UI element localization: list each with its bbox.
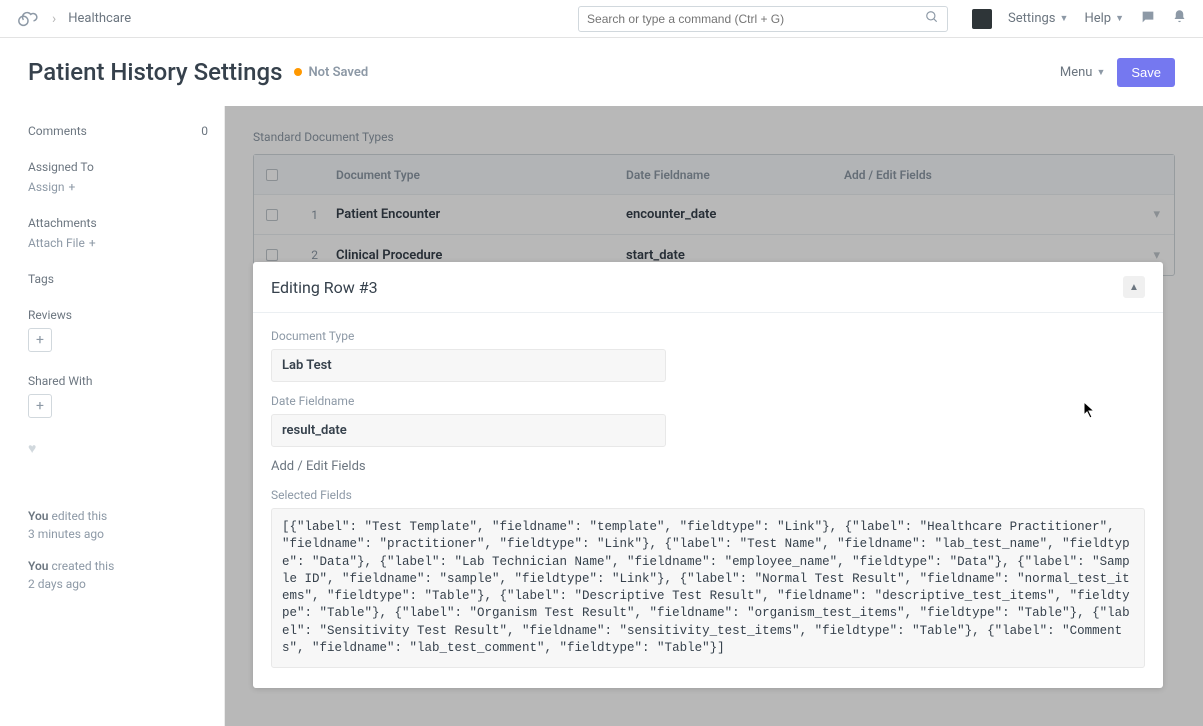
label-document-type: Document Type <box>271 329 1145 343</box>
input-date-fieldname[interactable]: result_date <box>271 414 666 447</box>
status-label: Not Saved <box>308 65 368 80</box>
save-button[interactable]: Save <box>1117 58 1175 87</box>
label-selected-fields: Selected Fields <box>271 488 1145 502</box>
avatar[interactable] <box>972 9 992 29</box>
page-head: Patient History Settings Not Saved Menu▼… <box>0 38 1203 106</box>
collapse-button[interactable]: ▲ <box>1123 276 1145 298</box>
sidebar-tags-label: Tags <box>28 272 208 286</box>
sidebar-assigned-label: Assigned To <box>28 160 208 174</box>
plus-icon: + <box>89 236 96 250</box>
main-content: Standard Document Types Document Type Da… <box>225 106 1203 726</box>
page-title: Patient History Settings <box>28 58 282 86</box>
app-logo[interactable] <box>16 7 40 31</box>
add-edit-fields-button[interactable]: Add / Edit Fields <box>271 459 366 474</box>
sidebar-shared-label: Shared With <box>28 374 208 388</box>
sidebar-comments[interactable]: Comments 0 <box>28 124 208 138</box>
status-indicator-icon <box>294 68 302 76</box>
breadcrumb-module[interactable]: Healthcare <box>68 11 131 26</box>
search-icon <box>925 10 939 28</box>
sidebar: Comments 0 Assigned To Assign+ Attachmen… <box>0 106 225 726</box>
timeline-item: You edited this 3 minutes ago <box>28 507 208 543</box>
input-document-type[interactable]: Lab Test <box>271 349 666 382</box>
assign-button[interactable]: Assign+ <box>28 180 208 194</box>
comments-count: 0 <box>201 124 208 138</box>
label-date-fieldname: Date Fieldname <box>271 394 1145 408</box>
row-editor-modal: Editing Row #3 ▲ Document Type Lab Test … <box>253 262 1163 688</box>
timeline-item: You created this 2 days ago <box>28 557 208 593</box>
bell-icon[interactable] <box>1172 9 1187 28</box>
help-menu[interactable]: Help▼ <box>1084 11 1124 26</box>
settings-menu[interactable]: Settings▼ <box>1008 11 1068 26</box>
chat-icon[interactable] <box>1140 9 1156 29</box>
sidebar-attachments-label: Attachments <box>28 216 208 230</box>
chevron-right-icon: › <box>52 11 56 27</box>
search-input[interactable] <box>587 12 925 26</box>
like-icon[interactable]: ♥ <box>28 440 208 457</box>
selected-fields-textarea[interactable]: [{"label": "Test Template", "fieldname":… <box>271 508 1145 668</box>
global-search[interactable] <box>578 6 948 32</box>
menu-button[interactable]: Menu▼ <box>1060 65 1106 80</box>
attach-file-button[interactable]: Attach File+ <box>28 236 208 250</box>
add-review-button[interactable]: + <box>28 328 52 352</box>
top-right: Settings▼ Help▼ <box>972 9 1187 29</box>
share-button[interactable]: + <box>28 394 52 418</box>
plus-icon: + <box>69 180 76 194</box>
modal-title: Editing Row #3 <box>271 278 378 297</box>
sidebar-reviews-label: Reviews <box>28 308 208 322</box>
topbar: › Healthcare Settings▼ Help▼ <box>0 0 1203 38</box>
